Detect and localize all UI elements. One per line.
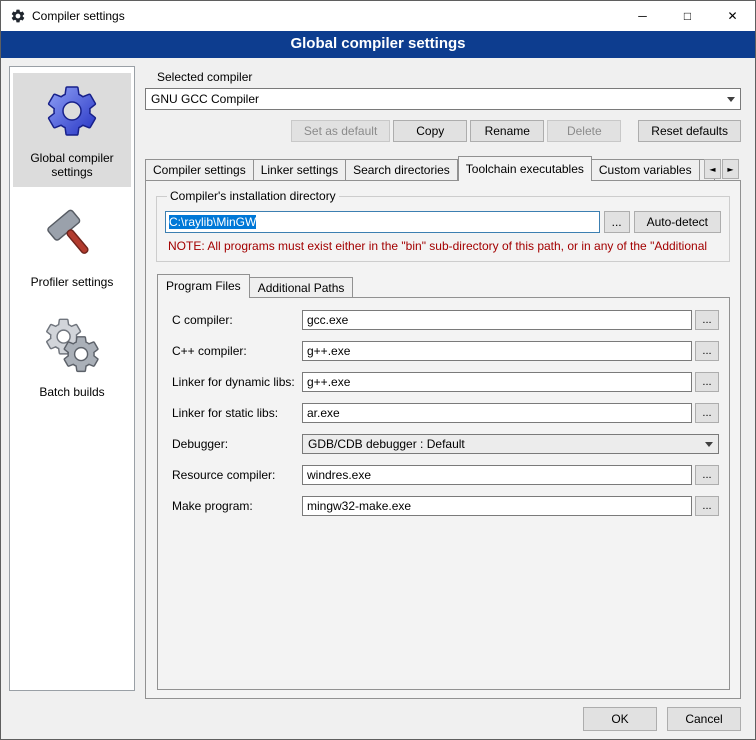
maximize-button[interactable]: □ [665, 1, 710, 31]
tab-scroll-right-button[interactable]: ► [722, 159, 739, 179]
dynamic-linker-browse-button[interactable]: ... [695, 372, 719, 392]
dialog-footer: OK Cancel [145, 707, 741, 731]
form-row: Make program: ... [172, 496, 719, 516]
debugger-value: GDB/CDB debugger : Default [308, 437, 465, 451]
app-icon [10, 8, 26, 24]
debugger-dropdown[interactable]: GDB/CDB debugger : Default [302, 434, 719, 454]
reset-defaults-button[interactable]: Reset defaults [638, 120, 741, 142]
sidebar-item-label: Global compiler settings [15, 151, 129, 179]
form-row: Resource compiler: ... [172, 465, 719, 485]
sidebar: Global compiler settings Profiler settin… [9, 66, 135, 691]
chevron-down-icon [722, 89, 740, 109]
ok-button[interactable]: OK [583, 707, 657, 731]
dynamic-linker-input[interactable] [302, 372, 692, 392]
form-row: C++ compiler: ... [172, 341, 719, 361]
static-linker-browse-button[interactable]: ... [695, 403, 719, 423]
form-row: Linker for dynamic libs: ... [172, 372, 719, 392]
close-button[interactable]: ✕ [710, 1, 755, 31]
tab-compiler-settings[interactable]: Compiler settings [145, 159, 254, 180]
gear-icon [40, 79, 104, 143]
installation-directory-row: C:\raylib\MinGW ... Auto-detect [165, 211, 721, 233]
window-controls: ─ □ ✕ [620, 1, 755, 31]
installation-directory-value: C:\raylib\MinGW [169, 215, 256, 229]
rename-button[interactable]: Rename [470, 120, 544, 142]
make-program-label: Make program: [172, 499, 302, 513]
gears-icon [40, 313, 104, 377]
minimize-button[interactable]: ─ [620, 1, 665, 31]
selected-compiler-dropdown[interactable]: GNU GCC Compiler [145, 88, 741, 110]
tab-scroll-controls: ◄ ► [704, 159, 739, 179]
form-row: Linker for static libs: ... [172, 403, 719, 423]
sidebar-item-label: Profiler settings [31, 275, 114, 289]
compiler-settings-window: Compiler settings ─ □ ✕ Global compiler … [0, 0, 756, 740]
auto-detect-button[interactable]: Auto-detect [634, 211, 721, 233]
dialog-content: Global compiler settings Profiler settin… [1, 58, 755, 739]
sidebar-item-profiler-settings[interactable]: Profiler settings [13, 197, 131, 297]
cancel-button[interactable]: Cancel [667, 707, 741, 731]
tab-toolchain-executables[interactable]: Toolchain executables [458, 156, 592, 181]
tab-custom-variables[interactable]: Custom variables [592, 159, 700, 180]
toolchain-executables-panel: Compiler's installation directory C:\ray… [145, 180, 741, 699]
settings-tabbar: Compiler settings Linker settings Search… [145, 156, 741, 180]
titlebar: Compiler settings ─ □ ✕ [1, 1, 755, 31]
c-compiler-input[interactable] [302, 310, 692, 330]
cpp-compiler-browse-button[interactable]: ... [695, 341, 719, 361]
set-as-default-button: Set as default [291, 120, 390, 142]
compiler-actions: Set as default Copy Rename Delete Reset … [145, 120, 741, 142]
form-row: C compiler: ... [172, 310, 719, 330]
selected-compiler-value: GNU GCC Compiler [151, 92, 259, 106]
sidebar-item-label: Batch builds [39, 385, 104, 399]
make-program-browse-button[interactable]: ... [695, 496, 719, 516]
selected-compiler-label: Selected compiler [157, 70, 741, 84]
cpp-compiler-input[interactable] [302, 341, 692, 361]
tab-search-directories[interactable]: Search directories [346, 159, 458, 180]
executables-subtabbar: Program Files Additional Paths [157, 274, 740, 297]
resource-compiler-browse-button[interactable]: ... [695, 465, 719, 485]
installation-note: NOTE: All programs must exist either in … [168, 239, 719, 253]
installation-directory-group: Compiler's installation directory C:\ray… [156, 189, 730, 262]
sidebar-item-global-compiler-settings[interactable]: Global compiler settings [13, 73, 131, 187]
program-files-panel: C compiler: ... C++ compiler: ... Linker… [157, 297, 730, 690]
make-program-input[interactable] [302, 496, 692, 516]
resource-compiler-input[interactable] [302, 465, 692, 485]
static-linker-input[interactable] [302, 403, 692, 423]
chevron-down-icon [700, 435, 718, 453]
copy-button[interactable]: Copy [393, 120, 467, 142]
main-panel: Selected compiler GNU GCC Compiler Set a… [145, 66, 747, 731]
tab-linker-settings[interactable]: Linker settings [254, 159, 346, 180]
c-compiler-browse-button[interactable]: ... [695, 310, 719, 330]
sidebar-item-batch-builds[interactable]: Batch builds [13, 307, 131, 407]
c-compiler-label: C compiler: [172, 313, 302, 327]
installation-directory-group-title: Compiler's installation directory [167, 189, 339, 203]
cpp-compiler-label: C++ compiler: [172, 344, 302, 358]
dynamic-linker-label: Linker for dynamic libs: [172, 375, 302, 389]
subtab-program-files[interactable]: Program Files [157, 274, 250, 298]
subtab-additional-paths[interactable]: Additional Paths [250, 277, 354, 297]
installation-directory-input[interactable]: C:\raylib\MinGW [165, 211, 600, 233]
debugger-label: Debugger: [172, 437, 302, 451]
form-row: Debugger: GDB/CDB debugger : Default [172, 434, 719, 454]
resource-compiler-label: Resource compiler: [172, 468, 302, 482]
window-title: Compiler settings [32, 9, 125, 23]
installation-directory-browse-button[interactable]: ... [604, 211, 630, 233]
hammer-icon [40, 203, 104, 267]
delete-button: Delete [547, 120, 621, 142]
static-linker-label: Linker for static libs: [172, 406, 302, 420]
dialog-header: Global compiler settings [1, 31, 755, 58]
tab-scroll-left-button[interactable]: ◄ [704, 159, 721, 179]
